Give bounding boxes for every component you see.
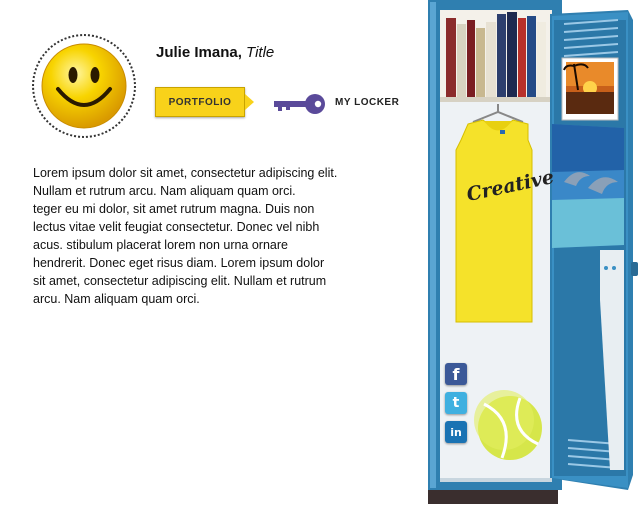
portfolio-button[interactable]: PORTFOLIO [155, 87, 245, 117]
twitter-icon[interactable]: t [445, 392, 467, 414]
profile-name: Julie Imana, [156, 44, 242, 61]
key-icon[interactable] [274, 94, 326, 114]
my-locker-link[interactable]: MY LOCKER [335, 97, 399, 108]
portfolio-arrow-tip [245, 94, 254, 110]
avatar [32, 34, 136, 138]
portfolio-button-label: PORTFOLIO [168, 96, 232, 108]
facebook-glyph: f [452, 364, 460, 384]
twitter-glyph: t [452, 395, 460, 411]
profile-name-line: Julie Imana, Title [156, 44, 274, 61]
linkedin-glyph: in [450, 425, 462, 439]
profile-title: Title [246, 44, 275, 61]
smiley-avatar-icon [41, 43, 127, 129]
facebook-icon[interactable]: f [445, 363, 467, 385]
bio-text: Lorem ipsum dolor sit amet, consectetur … [33, 166, 338, 306]
linkedin-icon[interactable]: in [445, 421, 467, 443]
